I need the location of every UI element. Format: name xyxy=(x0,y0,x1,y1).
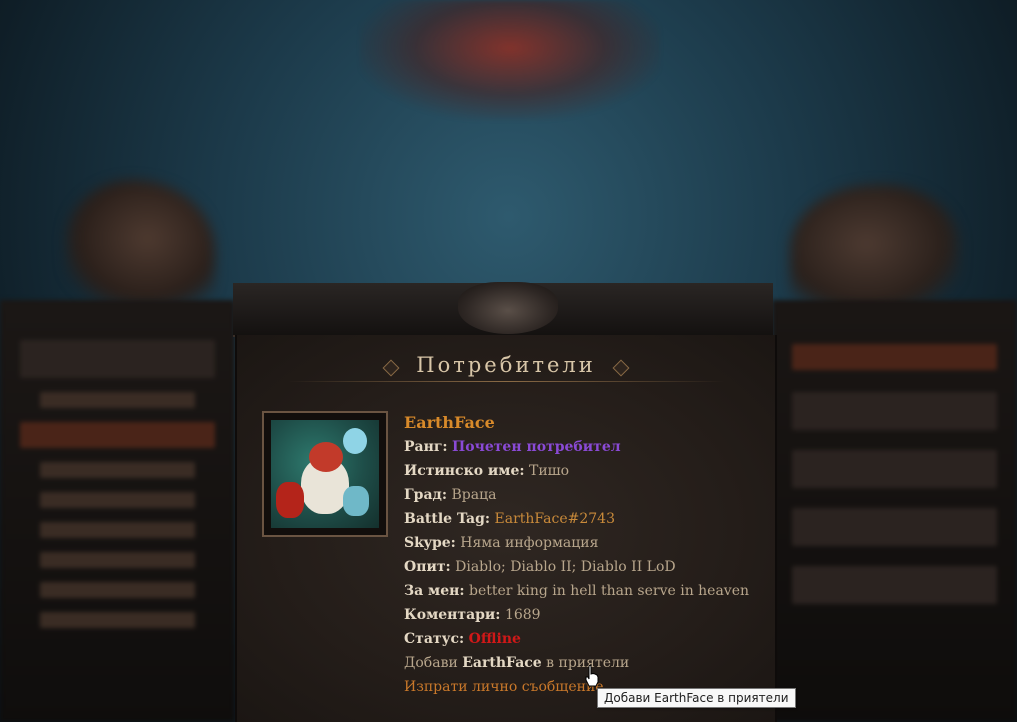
skype-label: Skype: xyxy=(404,535,456,551)
username: EarthFace xyxy=(404,413,495,432)
avatar-frame xyxy=(262,411,388,537)
right-sidebar xyxy=(772,300,1017,722)
sidebar-item[interactable] xyxy=(40,522,195,538)
left-sidebar xyxy=(0,300,235,722)
sidebar-nav-item[interactable] xyxy=(792,508,997,546)
sidebar-item[interactable] xyxy=(40,582,195,598)
about-label: За мен: xyxy=(404,583,465,599)
sidebar-block[interactable] xyxy=(20,340,215,378)
rank-label: Ранг: xyxy=(404,439,448,455)
comments-value: 1689 xyxy=(504,607,541,623)
skull-ornament-icon xyxy=(458,282,558,334)
status-badge: Offline xyxy=(468,631,521,647)
experience-value: Diablo; Diablo II; Diablo II LoD xyxy=(455,559,676,575)
experience-row: Опит: Diablo; Diablo II; Diablo II LoD xyxy=(404,555,764,579)
real-name-value: Тишо xyxy=(528,463,570,479)
add-friend-username: EarthFace xyxy=(462,655,542,671)
sidebar-item[interactable] xyxy=(40,492,195,508)
sidebar-item[interactable] xyxy=(40,612,195,628)
sidebar-nav-item[interactable] xyxy=(792,450,997,488)
about-row: За мен: better king in hell than serve i… xyxy=(404,579,764,603)
site-logo-glow xyxy=(360,0,660,120)
rank-row: Ранг: Почетен потребител xyxy=(404,435,764,459)
city-label: Град: xyxy=(404,487,448,503)
skype-row: Skype: Няма информация xyxy=(404,531,764,555)
avatar xyxy=(271,420,379,528)
panel-header: Потребители xyxy=(237,353,775,377)
status-label: Статус: xyxy=(404,631,465,647)
comments-row: Коментари: 1689 xyxy=(404,603,764,627)
profile-info: EarthFace Ранг: Почетен потребител Истин… xyxy=(404,411,764,699)
hand-cursor-icon xyxy=(585,665,599,687)
battletag-row: Battle Tag: EarthFace#2743 xyxy=(404,507,764,531)
real-name-label: Истинско име: xyxy=(404,463,525,479)
sidebar-nav-item[interactable] xyxy=(792,392,997,430)
battletag-value: EarthFace#2743 xyxy=(494,511,616,527)
city-row: Град: Враца xyxy=(404,483,764,507)
profile-panel: Потребители EarthFace Ранг: Почетен потр… xyxy=(235,335,777,722)
city-value: Враца xyxy=(451,487,497,503)
tooltip: Добави EarthFace в приятели xyxy=(597,688,796,708)
battletag-label: Battle Tag: xyxy=(404,511,491,527)
real-name-row: Истинско име: Тишо xyxy=(404,459,764,483)
rank-value: Почетен потребител xyxy=(452,439,621,455)
sidebar-item[interactable] xyxy=(40,462,195,478)
comments-label: Коментари: xyxy=(404,607,501,623)
add-friend-link[interactable]: Добави EarthFace в приятели xyxy=(404,651,764,675)
sidebar-block[interactable] xyxy=(792,344,997,370)
sidebar-item[interactable] xyxy=(40,552,195,568)
title-divider xyxy=(287,381,725,382)
diamond-ornament-icon xyxy=(382,359,400,376)
about-value: better king in hell than serve in heaven xyxy=(468,583,750,599)
page-title: Потребители xyxy=(416,353,596,377)
gargoyle-right-decoration xyxy=(790,185,960,315)
sidebar-divider xyxy=(40,392,195,408)
diamond-ornament-icon xyxy=(612,359,630,376)
add-friend-prefix: Добави xyxy=(404,655,458,671)
experience-label: Опит: xyxy=(404,559,451,575)
sidebar-tabs[interactable] xyxy=(20,422,215,448)
skype-value: Няма информация xyxy=(460,535,599,551)
status-row: Статус: Offline xyxy=(404,627,764,651)
sidebar-nav-item[interactable] xyxy=(792,566,997,604)
gargoyle-left-decoration xyxy=(65,180,215,310)
